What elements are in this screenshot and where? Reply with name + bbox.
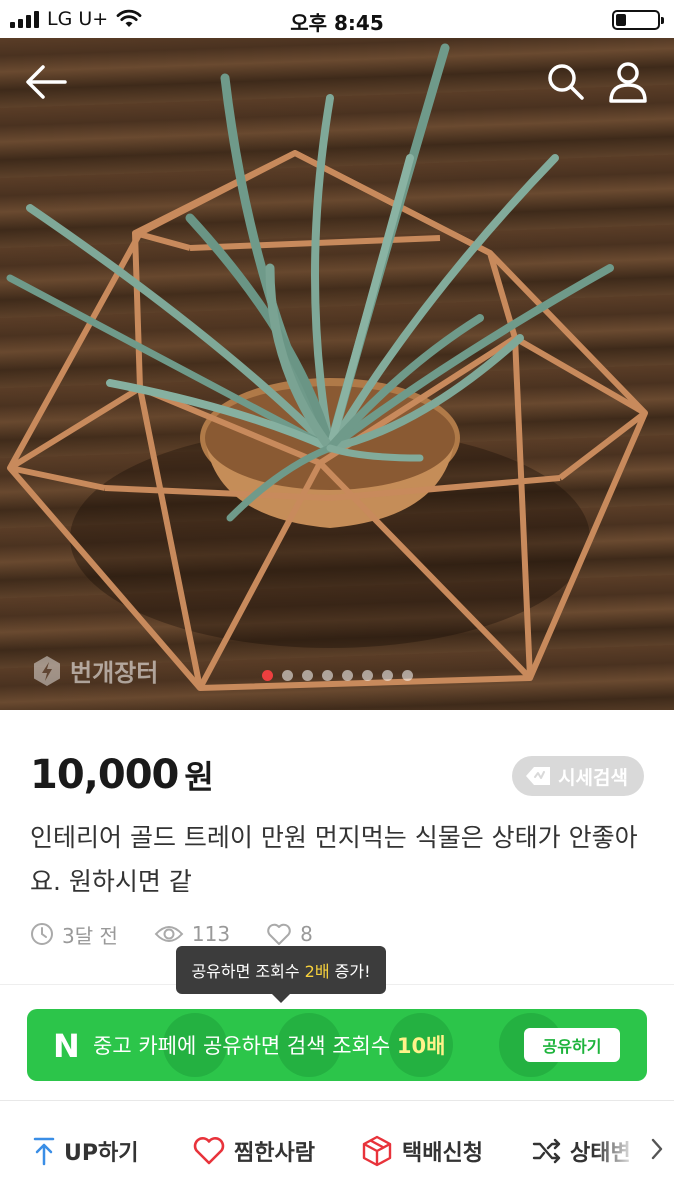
action-bar: UP하기 찜한사람 택배신청 상태변 bbox=[0, 1101, 674, 1200]
share-tooltip: 공유하면 조회수 2배 증가! bbox=[176, 946, 386, 1003]
back-button[interactable] bbox=[22, 58, 70, 106]
profile-button[interactable] bbox=[604, 58, 652, 106]
pagination-dot[interactable] bbox=[401, 670, 413, 681]
tooltip-highlight: 2배 bbox=[304, 962, 330, 981]
pagination-dot[interactable] bbox=[261, 670, 273, 681]
clock-icon bbox=[31, 923, 53, 945]
price-value: 10,000 bbox=[30, 752, 179, 798]
eye-icon bbox=[154, 926, 184, 942]
tooltip-text: 공유하면 조회수 bbox=[191, 962, 305, 981]
market-price-button[interactable]: 시세검색 bbox=[512, 756, 644, 796]
pagination-dot[interactable] bbox=[341, 670, 353, 681]
up-button-label: UP하기 bbox=[64, 1141, 139, 1166]
share-banner-text-main: 중고 카페에 공유하면 검색 조회수 bbox=[93, 1034, 397, 1058]
pagination-dot[interactable] bbox=[361, 670, 373, 681]
like-count-text: 8 bbox=[300, 922, 313, 946]
photo-pagination bbox=[0, 670, 674, 681]
plant-photo-illustration bbox=[6, 43, 648, 691]
liked-users-label: 찜한사람 bbox=[234, 1141, 315, 1166]
up-button[interactable]: UP하기 bbox=[32, 1133, 138, 1169]
search-button[interactable] bbox=[542, 58, 590, 106]
cafe-share-banner[interactable]: N 중고 카페에 공유하면 검색 조회수 10배 공유하기 bbox=[27, 1009, 647, 1081]
price-currency: 원 bbox=[184, 758, 213, 796]
battery-level bbox=[616, 14, 626, 26]
price: 10,000 원 bbox=[30, 752, 214, 798]
pagination-dot[interactable] bbox=[321, 670, 333, 681]
like-count: 8 bbox=[266, 922, 313, 946]
clock: 오후 8:45 bbox=[290, 11, 384, 35]
heart-outline-icon bbox=[267, 923, 291, 945]
tooltip-text-end: 증가! bbox=[329, 962, 371, 981]
posted-time-text: 3달 전 bbox=[62, 923, 118, 948]
pagination-dot[interactable] bbox=[381, 670, 393, 681]
user-icon bbox=[609, 62, 647, 103]
price-row: 10,000 원 시세검색 bbox=[30, 748, 644, 808]
view-count: 113 bbox=[154, 922, 230, 946]
heart-icon bbox=[193, 1137, 225, 1165]
price-tag-icon bbox=[526, 767, 551, 785]
shuffle-icon bbox=[532, 1138, 561, 1164]
posted-time: 3달 전 bbox=[30, 920, 118, 949]
scroll-right-button[interactable] bbox=[650, 1137, 664, 1165]
product-title: 인테리어 골드 트레이 만원 먼지먹는 식물은 상태가 안좋아요. 원하시면 같 bbox=[30, 823, 638, 896]
pagination-dot[interactable] bbox=[301, 670, 313, 681]
delivery-request-label: 택배신청 bbox=[402, 1141, 483, 1166]
up-arrow-icon bbox=[33, 1137, 55, 1166]
pagination-dot[interactable] bbox=[281, 670, 293, 681]
status-bar: LG U+ 오후 8:45 bbox=[0, 0, 674, 38]
battery-icon bbox=[612, 10, 664, 30]
liked-users-button[interactable]: 찜한사람 bbox=[192, 1133, 315, 1169]
naver-logo-icon: N bbox=[53, 1027, 80, 1065]
box-icon bbox=[362, 1135, 392, 1167]
arrow-left-icon bbox=[26, 65, 67, 99]
view-count-text: 113 bbox=[191, 922, 231, 946]
product-photo[interactable]: 번개장터 bbox=[0, 38, 674, 710]
share-banner-text: 중고 카페에 공유하면 검색 조회수 10배 bbox=[93, 1030, 445, 1060]
search-icon bbox=[548, 64, 584, 100]
chevron-right-icon bbox=[651, 1138, 663, 1160]
market-price-label: 시세검색 bbox=[558, 766, 628, 789]
share-button[interactable]: 공유하기 bbox=[524, 1028, 620, 1062]
share-banner-text-highlight: 10배 bbox=[396, 1034, 446, 1058]
delivery-request-button[interactable]: 택배신청 bbox=[360, 1133, 483, 1169]
